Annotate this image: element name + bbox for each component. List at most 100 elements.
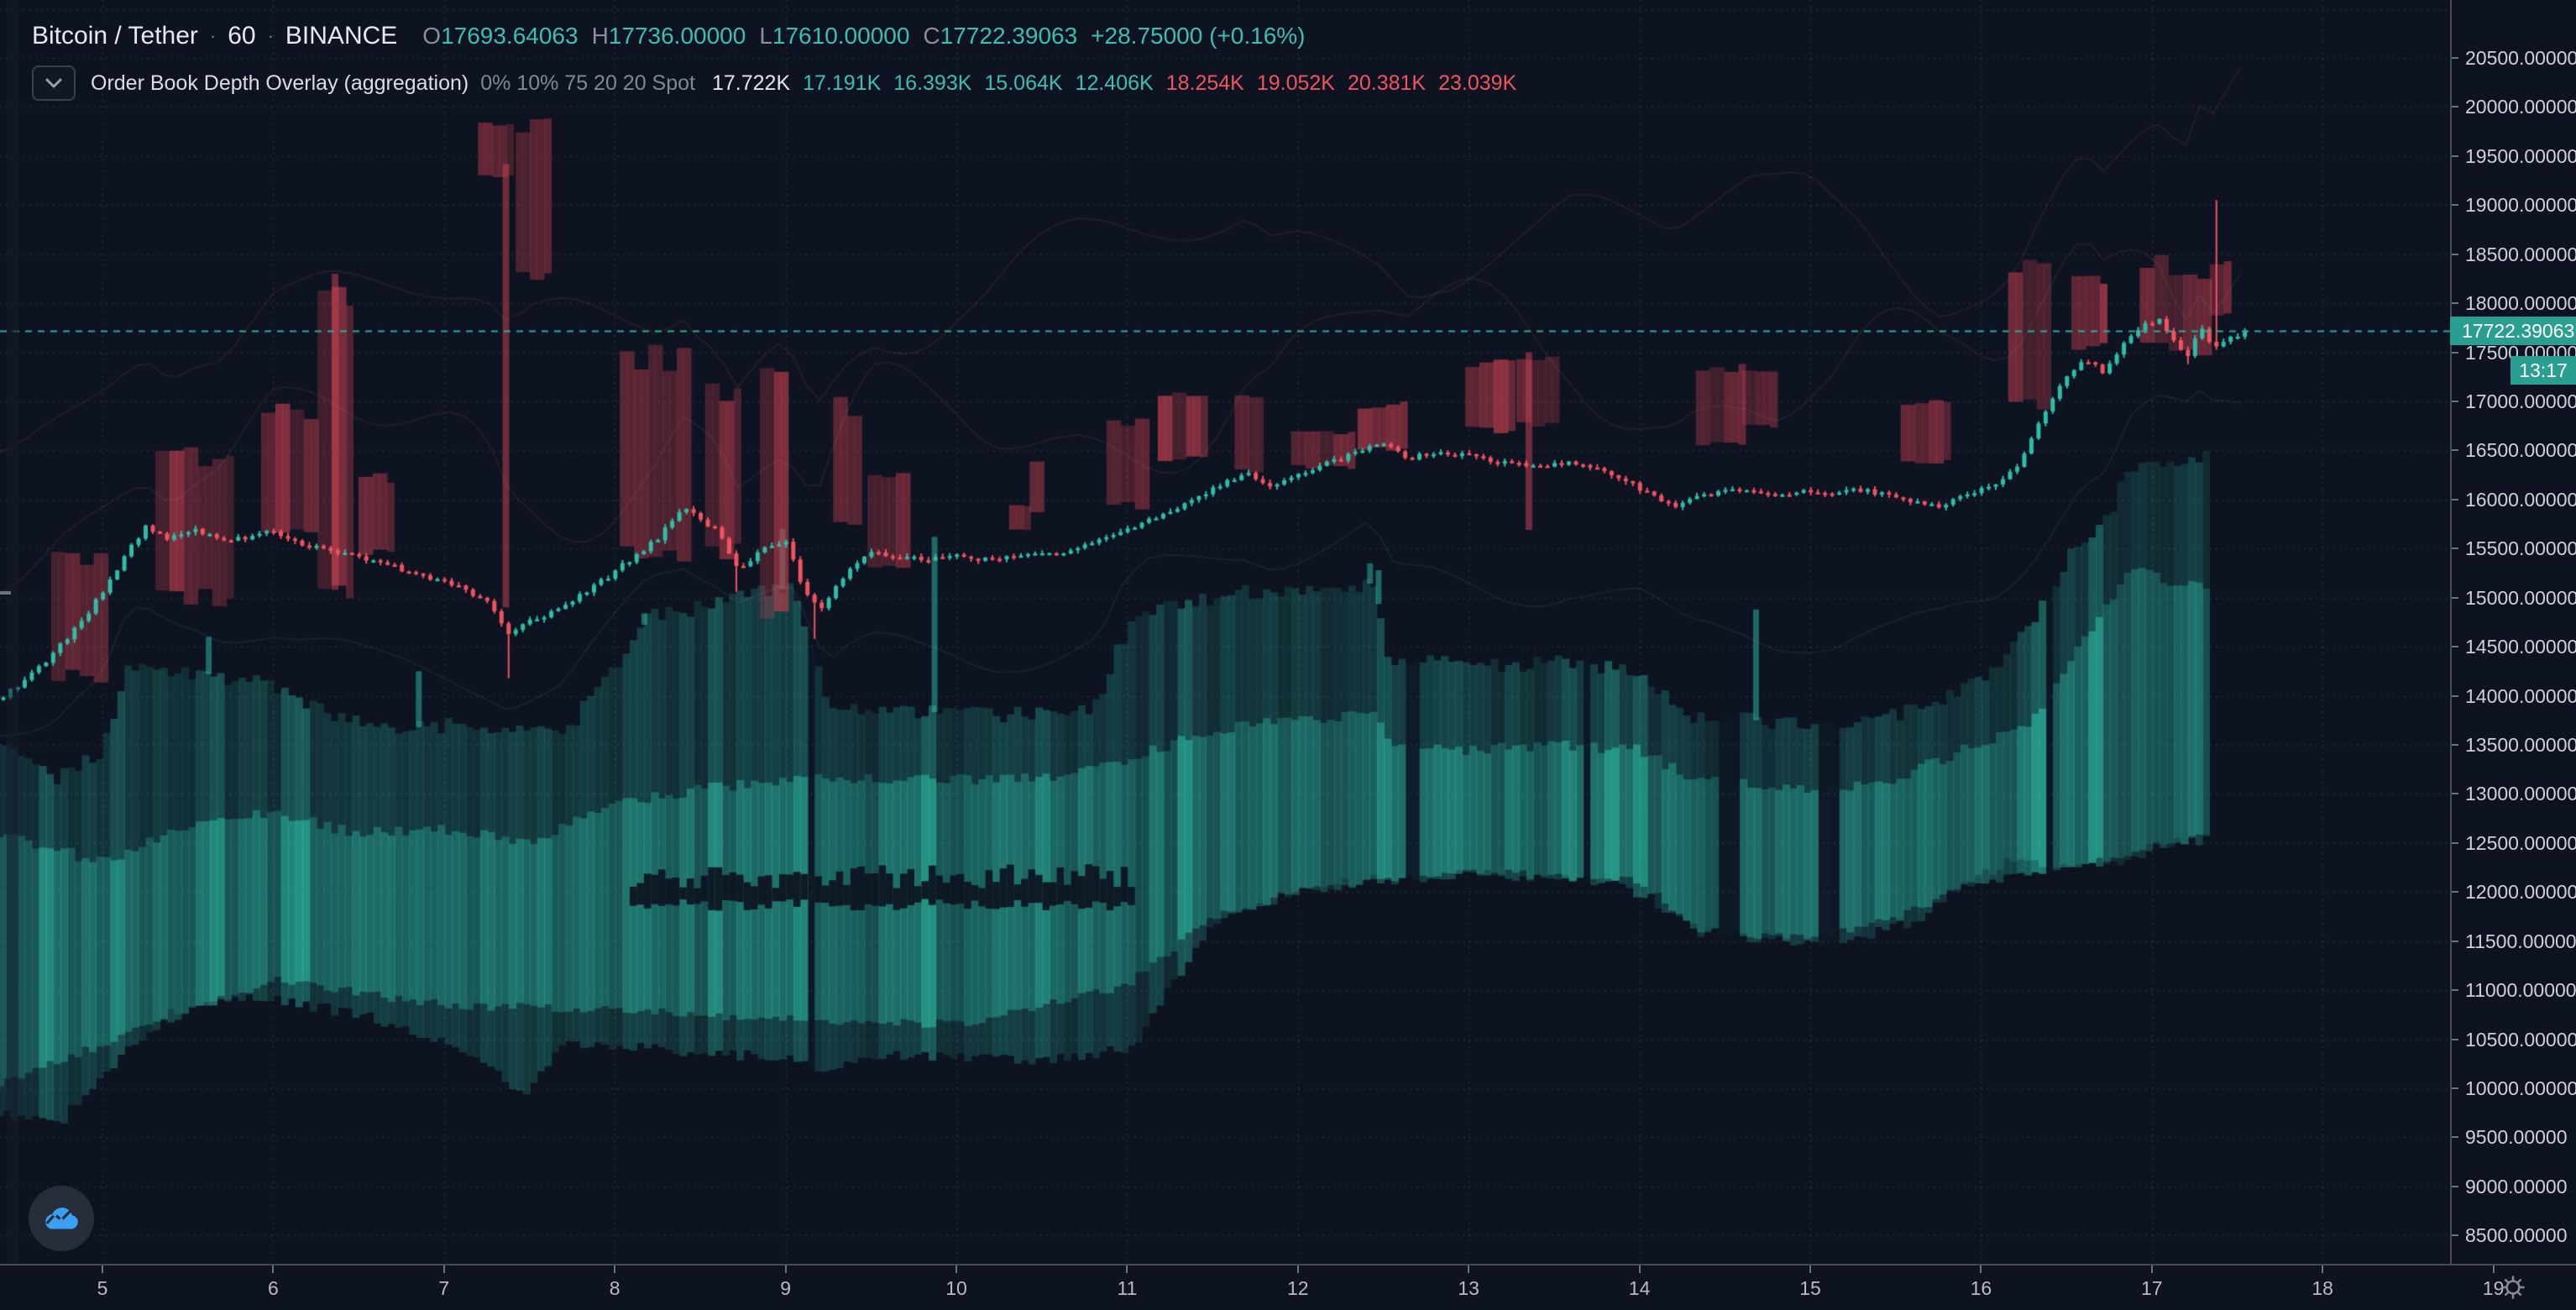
- price-axis-tick: [2452, 548, 2458, 549]
- indicator-value: 19.052K: [1257, 71, 1335, 96]
- time-axis-label: 11: [1117, 1277, 1137, 1300]
- price-axis-label: 15500.00000: [2465, 537, 2576, 560]
- price-chart-canvas[interactable]: [0, 0, 2450, 1264]
- price-axis-label: 9000.00000: [2465, 1176, 2568, 1198]
- time-axis-tick: [272, 1265, 274, 1273]
- indicator-value: 18.254K: [1166, 71, 1244, 96]
- gear-icon: [2499, 1273, 2527, 1302]
- time-axis-label: 14: [1629, 1277, 1651, 1300]
- time-axis-tick: [1809, 1265, 1811, 1273]
- price-axis-label: 20500.00000: [2465, 47, 2576, 70]
- time-axis-tick: [785, 1265, 787, 1273]
- time-axis-label: 13: [1458, 1277, 1479, 1300]
- ohlc-item: O17693.64063: [422, 23, 578, 50]
- price-change: +28.75000 (+0.16%): [1091, 23, 1305, 50]
- separator-dot: ·: [208, 25, 217, 47]
- price-axis-tick: [2452, 891, 2458, 893]
- price-axis-label: 13500.00000: [2465, 734, 2576, 757]
- time-axis-label: 18: [2312, 1277, 2333, 1300]
- time-axis-tick: [1297, 1265, 1299, 1273]
- symbol-title[interactable]: Bitcoin / Tether: [32, 22, 198, 50]
- time-axis-tick: [1639, 1265, 1641, 1273]
- trading-chart-app: Bitcoin / Tether · 60 · BINANCE O17693.6…: [0, 0, 2576, 1310]
- time-axis-label: 10: [945, 1277, 967, 1300]
- price-axis-tick: [2452, 1087, 2458, 1089]
- ohlc-item: H17736.00000: [592, 23, 746, 50]
- price-axis-tick: [2452, 401, 2458, 402]
- price-axis-label: 12500.00000: [2465, 832, 2576, 855]
- price-axis-tick: [2452, 499, 2458, 500]
- indicator-value: 20.381K: [1348, 71, 1426, 96]
- bar-countdown-label: 13:17: [2511, 356, 2576, 385]
- price-axis-tick: [2452, 204, 2458, 206]
- indicator-value: 15.064K: [984, 71, 1062, 96]
- price-axis-tick: [2452, 1234, 2458, 1236]
- chevron-down-icon: [45, 78, 62, 88]
- price-axis-label: 19000.00000: [2465, 194, 2576, 217]
- left-scale-tick: [0, 591, 11, 595]
- price-axis-tick: [2452, 744, 2458, 746]
- time-axis-label: 15: [1799, 1277, 1821, 1300]
- price-axis-label: 11000.00000: [2465, 979, 2576, 1002]
- price-axis-label: 12000.00000: [2465, 881, 2576, 904]
- price-axis-tick: [2452, 155, 2458, 157]
- indicator-value: 17.722K: [712, 71, 790, 96]
- price-axis-label: 16500.00000: [2465, 439, 2576, 462]
- price-axis-tick: [2452, 1186, 2458, 1187]
- price-axis-label: 14000.00000: [2465, 685, 2576, 708]
- indicator-params: 0% 10% 75 20 20 Spot: [480, 71, 695, 96]
- price-axis-tick: [2452, 646, 2458, 647]
- time-axis-label: 16: [1971, 1277, 1992, 1300]
- ohlc-item: L17610.00000: [759, 23, 909, 50]
- time-axis-tick: [2493, 1265, 2495, 1273]
- ohlc-item: C17722.39063: [923, 23, 1077, 50]
- time-axis-label: 6: [268, 1277, 279, 1300]
- time-axis-tick: [1126, 1265, 1128, 1273]
- indicator-value: 17.191K: [803, 71, 881, 96]
- time-axis-tick: [2322, 1265, 2323, 1273]
- time-axis-label: 9: [780, 1277, 791, 1300]
- price-axis-label: 10500.00000: [2465, 1029, 2576, 1051]
- price-axis-tick: [2452, 793, 2458, 794]
- price-axis-tick: [2452, 695, 2458, 697]
- time-axis-label: 12: [1287, 1277, 1309, 1300]
- price-axis-tick: [2452, 941, 2458, 942]
- current-price-label: 17722.39063: [2450, 317, 2576, 345]
- time-axis-tick: [956, 1265, 957, 1273]
- time-axis[interactable]: 5678910111213141516171819: [0, 1264, 2576, 1310]
- ohlc-values: O17693.64063 H17736.00000 L17610.00000 C177…: [422, 23, 1077, 50]
- indicator-name[interactable]: Order Book Depth Overlay (aggregation): [91, 71, 469, 96]
- time-axis-tick: [443, 1265, 445, 1273]
- time-axis-tick: [1980, 1265, 1982, 1273]
- time-axis-label: 5: [97, 1277, 108, 1300]
- separator-dot: ·: [266, 25, 275, 47]
- price-axis-label: 9500.00000: [2465, 1126, 2568, 1149]
- price-axis-tick: [2452, 254, 2458, 255]
- time-axis-label: 17: [2141, 1277, 2163, 1300]
- exchange-label[interactable]: BINANCE: [285, 22, 397, 50]
- price-axis-label: 11500.00000: [2465, 930, 2576, 953]
- publish-idea-button[interactable]: [29, 1186, 94, 1251]
- price-axis-tick: [2452, 302, 2458, 304]
- left-toolbar-edge: [7, 0, 18, 1264]
- price-axis-tick: [2452, 449, 2458, 451]
- indicator-row: Order Book Depth Overlay (aggregation) 0…: [32, 66, 1516, 101]
- price-axis-tick: [2452, 352, 2458, 354]
- price-axis-label: 20000.00000: [2465, 96, 2576, 118]
- time-axis-tick: [1468, 1265, 1469, 1273]
- axis-settings-button[interactable]: [2495, 1271, 2531, 1303]
- price-axis-label: 15000.00000: [2465, 587, 2576, 610]
- price-axis[interactable]: 20500.0000020000.0000019500.0000019000.0…: [2450, 0, 2576, 1264]
- indicator-value: 12.406K: [1076, 71, 1154, 96]
- price-axis-tick: [2452, 842, 2458, 844]
- indicator-collapse-button[interactable]: [32, 66, 76, 101]
- price-axis-label: 18500.00000: [2465, 244, 2576, 266]
- chart-header: Bitcoin / Tether · 60 · BINANCE O17693.6…: [32, 22, 1516, 101]
- price-axis-label: 14500.00000: [2465, 636, 2576, 658]
- price-axis-label: 18000.00000: [2465, 292, 2576, 315]
- interval-label[interactable]: 60: [228, 22, 255, 50]
- price-axis-tick: [2452, 597, 2458, 599]
- time-axis-tick: [2151, 1265, 2153, 1273]
- price-axis-tick: [2452, 989, 2458, 991]
- price-axis-label: 13000.00000: [2465, 783, 2576, 805]
